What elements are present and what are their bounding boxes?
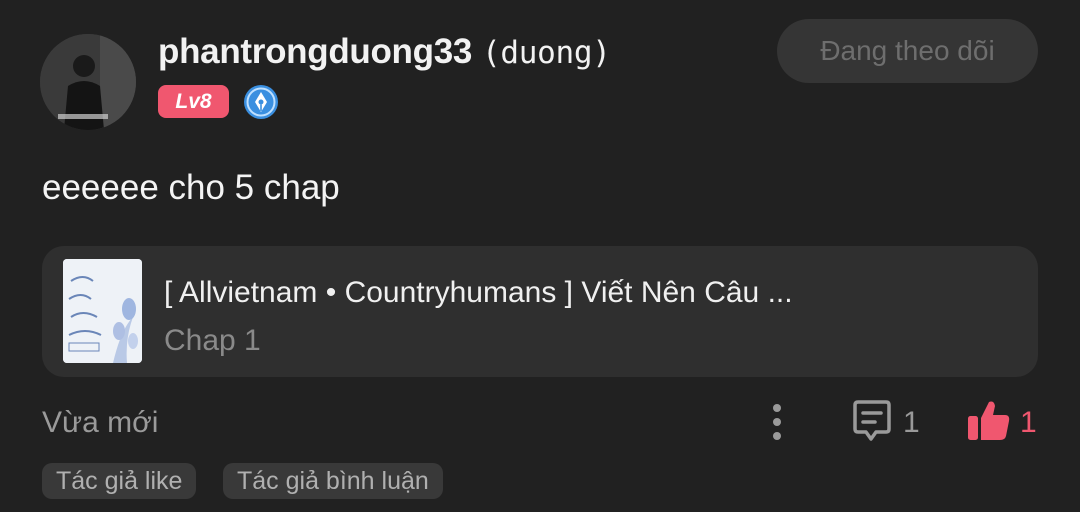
nickname: (duong) — [482, 35, 611, 71]
comment-text: eeeeee cho 5 chap — [42, 168, 340, 207]
story-card[interactable]: [ Allvietnam • Countryhumans ] Viết Nên … — [42, 246, 1038, 377]
author-liked-tag: Tác giả like — [42, 463, 197, 499]
timestamp: Vừa mới — [42, 406, 159, 439]
pen-nib-badge-icon — [243, 84, 279, 120]
following-button[interactable]: Đang theo dõi — [777, 19, 1038, 83]
avatar[interactable] — [40, 34, 136, 130]
more-options-icon[interactable] — [766, 402, 788, 442]
avatar-photo — [40, 34, 136, 130]
story-title: [ Allvietnam • Countryhumans ] Viết Nên … — [164, 276, 793, 309]
story-cover-image — [63, 259, 142, 363]
username[interactable]: phantrongduong33 (duong) — [158, 32, 611, 72]
like-count: 1 — [1020, 406, 1037, 439]
reply-comment-icon[interactable] — [850, 399, 894, 443]
level-badge: Lv8 — [158, 85, 229, 118]
comment-item: phantrongduong33 (duong) Lv8 Đang theo dõ… — [0, 0, 1080, 512]
story-chapter: Chap 1 — [164, 324, 261, 357]
username-text: phantrongduong33 — [158, 32, 473, 71]
thumbs-up-icon[interactable] — [966, 397, 1012, 443]
author-replied-tag: Tác giả bình luận — [223, 463, 443, 499]
comment-count: 1 — [903, 406, 920, 439]
